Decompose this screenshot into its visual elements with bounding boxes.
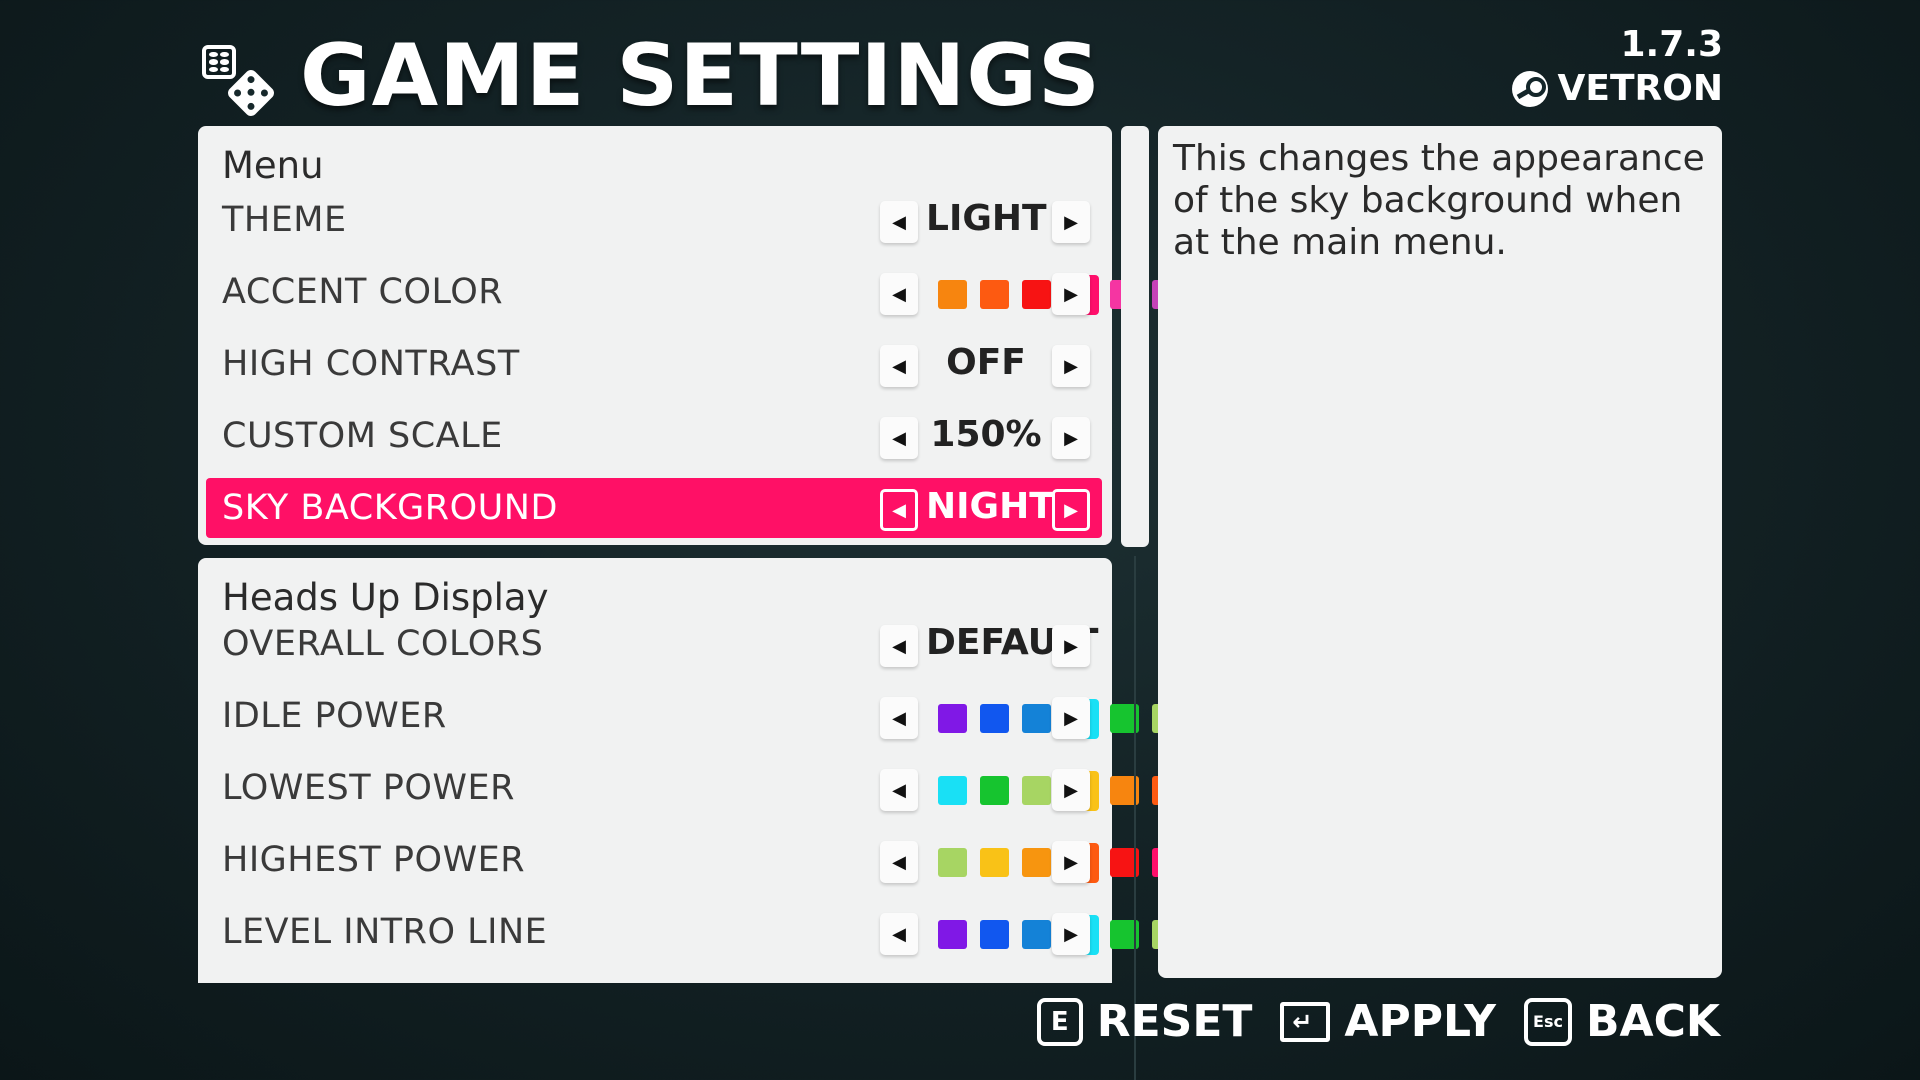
color-swatch-picker[interactable] bbox=[938, 262, 1223, 322]
setting-value: LIGHT bbox=[926, 198, 1047, 239]
arrow-left-button[interactable]: ◀ bbox=[880, 697, 918, 739]
setting-row-lowest-power[interactable]: LOWEST POWER ◀ ▶ bbox=[206, 758, 1223, 818]
setting-label: CUSTOM SCALE bbox=[222, 416, 503, 456]
apply-label: APPLY bbox=[1344, 996, 1497, 1047]
setting-row-accent-color[interactable]: ACCENT COLOR ◀ ▶ bbox=[206, 262, 1223, 322]
version-label: 1.7.3 bbox=[1620, 24, 1724, 65]
arrow-right-button[interactable]: ▶ bbox=[1052, 489, 1090, 531]
menu-settings-panel: Menu THEME ◀ LIGHT ▶ ACCENT COLOR ◀ ▶ HIGH CONT… bbox=[198, 126, 1223, 545]
setting-value: DEFAULT bbox=[926, 622, 1099, 663]
arrow-left-button[interactable]: ◀ bbox=[880, 841, 918, 883]
arrow-left-button[interactable]: ◀ bbox=[880, 345, 918, 387]
arrow-left-button[interactable]: ◀ bbox=[880, 769, 918, 811]
color-swatch[interactable] bbox=[980, 848, 1009, 877]
arrow-left-button[interactable]: ◀ bbox=[880, 273, 918, 315]
arrow-right-button[interactable]: ▶ bbox=[1052, 273, 1090, 315]
profile-name: VETRON bbox=[1557, 68, 1723, 109]
color-swatch[interactable] bbox=[1022, 776, 1051, 805]
arrow-right-button[interactable]: ▶ bbox=[1052, 697, 1090, 739]
color-swatch[interactable] bbox=[1022, 280, 1051, 309]
hud-settings-panel: Heads Up Display OVERALL COLORS ◀ DEFAULT ▶… bbox=[198, 558, 1223, 983]
e-key-icon: E bbox=[1036, 997, 1083, 1046]
setting-label: LOWEST POWER bbox=[222, 768, 515, 808]
setting-label: ACCENT COLOR bbox=[222, 272, 504, 312]
setting-row-level-intro-line[interactable]: LEVEL INTRO LINE ◀ ▶ bbox=[206, 902, 1223, 962]
dice-icon bbox=[200, 37, 278, 119]
arrow-left-button[interactable]: ◀ bbox=[880, 913, 918, 955]
description-panel: This changes the appearance of the sky b… bbox=[1158, 126, 1722, 978]
arrow-right-button[interactable]: ▶ bbox=[1052, 201, 1090, 243]
arrow-left-button[interactable]: ◀ bbox=[880, 625, 918, 667]
enter-key-icon: ↵ bbox=[1280, 1001, 1331, 1042]
setting-label: THEME bbox=[222, 200, 347, 240]
esc-key-icon: Esc bbox=[1524, 997, 1573, 1046]
section-title-hud: Heads Up Display bbox=[222, 576, 549, 619]
section-title-menu: Menu bbox=[222, 144, 324, 187]
color-swatch[interactable] bbox=[938, 920, 967, 949]
color-swatch[interactable] bbox=[980, 776, 1009, 805]
title-area: GAME SETTINGS bbox=[200, 26, 1101, 126]
steam-icon bbox=[1511, 70, 1548, 107]
arrow-right-button[interactable]: ▶ bbox=[1052, 345, 1090, 387]
color-swatch[interactable] bbox=[1022, 848, 1051, 877]
setting-row-theme[interactable]: THEME ◀ LIGHT ▶ bbox=[206, 190, 1102, 250]
arrow-left-button[interactable]: ◀ bbox=[880, 489, 918, 531]
arrow-right-button[interactable]: ▶ bbox=[1052, 841, 1090, 883]
color-swatch[interactable] bbox=[1022, 704, 1051, 733]
setting-value: OFF bbox=[946, 342, 1026, 383]
setting-value: 150% bbox=[930, 414, 1042, 455]
color-swatch[interactable] bbox=[1022, 920, 1051, 949]
arrow-left-button[interactable]: ◀ bbox=[880, 201, 918, 243]
profile: VETRON bbox=[1511, 68, 1723, 109]
setting-label: LEVEL INTRO LINE bbox=[222, 912, 548, 952]
description-text: This changes the appearance of the sky b… bbox=[1173, 138, 1705, 263]
color-swatch-picker[interactable] bbox=[938, 686, 1223, 746]
arrow-right-button[interactable]: ▶ bbox=[1052, 769, 1090, 811]
page-title: GAME SETTINGS bbox=[300, 26, 1101, 126]
setting-value: NIGHT bbox=[926, 486, 1054, 527]
color-swatch-picker[interactable] bbox=[938, 902, 1223, 962]
setting-row-overall-colors[interactable]: OVERALL COLORS ◀ DEFAULT ▶ bbox=[206, 614, 1102, 674]
scrollbar-thumb[interactable] bbox=[1121, 126, 1149, 547]
setting-row-custom-scale[interactable]: CUSTOM SCALE ◀ 150% ▶ bbox=[206, 406, 1102, 466]
back-button[interactable]: Esc BACK bbox=[1524, 996, 1720, 1047]
color-swatch[interactable] bbox=[980, 280, 1009, 309]
setting-row-sky-background[interactable]: SKY BACKGROUND ◀ NIGHT ▶ bbox=[206, 478, 1102, 538]
color-swatch[interactable] bbox=[980, 920, 1009, 949]
color-swatch-picker[interactable] bbox=[938, 758, 1223, 818]
setting-label: SKY BACKGROUND bbox=[222, 488, 558, 528]
color-swatch[interactable] bbox=[938, 776, 967, 805]
reset-button[interactable]: E RESET bbox=[1036, 996, 1253, 1047]
color-swatch[interactable] bbox=[938, 280, 967, 309]
setting-row-idle-power[interactable]: IDLE POWER ◀ ▶ bbox=[206, 686, 1223, 746]
apply-button[interactable]: ↵ APPLY bbox=[1280, 996, 1496, 1047]
setting-row-high-contrast[interactable]: HIGH CONTRAST ◀ OFF ▶ bbox=[206, 334, 1102, 394]
setting-row-highest-power[interactable]: HIGHEST POWER ◀ ▶ bbox=[206, 830, 1223, 890]
scrollbar[interactable] bbox=[1121, 126, 1149, 1080]
back-label: BACK bbox=[1586, 996, 1720, 1047]
footer-controls: E RESET ↵ APPLY Esc BACK bbox=[1036, 996, 1720, 1047]
reset-label: RESET bbox=[1096, 996, 1253, 1047]
color-swatch[interactable] bbox=[980, 704, 1009, 733]
arrow-right-button[interactable]: ▶ bbox=[1052, 417, 1090, 459]
setting-label: HIGHEST POWER bbox=[222, 840, 526, 880]
arrow-right-button[interactable]: ▶ bbox=[1052, 625, 1090, 667]
setting-label: HIGH CONTRAST bbox=[222, 344, 520, 384]
color-swatch[interactable] bbox=[938, 848, 967, 877]
setting-label: IDLE POWER bbox=[222, 696, 447, 736]
setting-label: OVERALL COLORS bbox=[222, 624, 544, 664]
color-swatch-picker[interactable] bbox=[938, 830, 1223, 890]
arrow-right-button[interactable]: ▶ bbox=[1052, 913, 1090, 955]
arrow-left-button[interactable]: ◀ bbox=[880, 417, 918, 459]
color-swatch[interactable] bbox=[938, 704, 967, 733]
